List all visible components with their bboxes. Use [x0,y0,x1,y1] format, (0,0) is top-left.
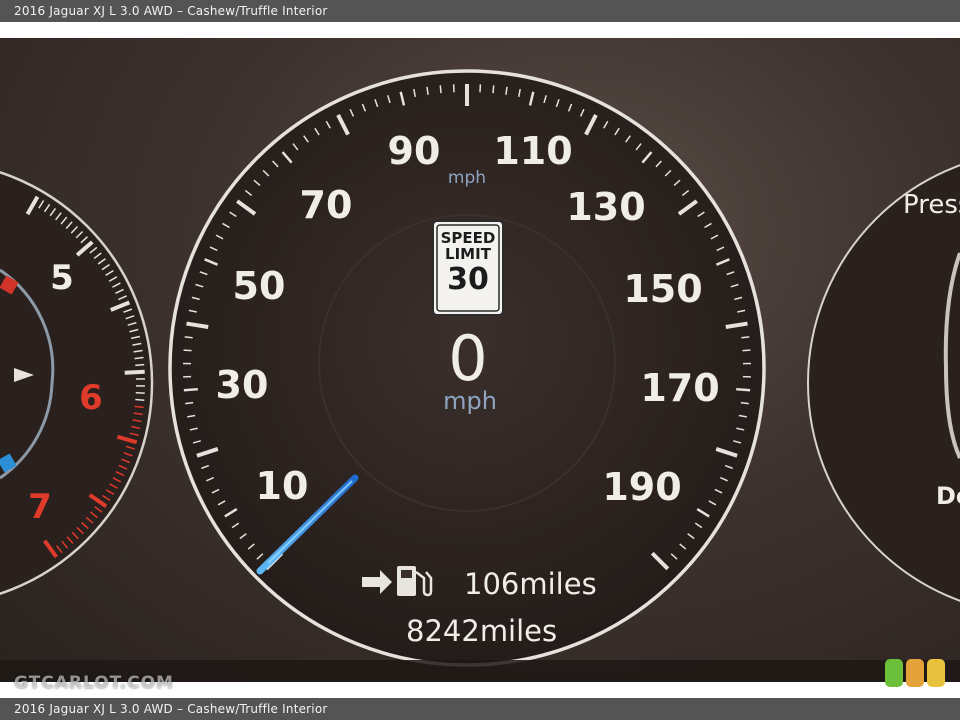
tach-label-5: 5 [50,258,74,298]
tach-label-7: 7 [28,487,52,527]
speedometer-tick [183,387,198,392]
speedometer-tick [736,387,751,392]
speed-readout-unit: mph [443,387,497,415]
tachometer-tick [135,398,145,401]
speed-label-150: 150 [623,267,702,311]
speed-label-70: 70 [300,183,353,227]
range-value: 106miles [464,567,597,601]
right-gauge: Press Do [807,164,960,602]
speed-label-30: 30 [216,363,269,407]
odometer-number: 8242 [406,614,480,648]
instrument-cluster: 5 6 7 Press Do 10 30 50 70 90 110 130 15… [0,69,960,682]
speed-readout: 0 [448,322,487,395]
speedometer-tick [492,85,495,94]
speedometer-tick [740,401,749,405]
speed-label-170: 170 [640,366,719,410]
tachometer-tick [124,369,145,375]
caption-top: 2016 Jaguar XJ L 3.0 AWD – Cashew/Truffl… [0,0,960,22]
speed-label-110: 110 [493,129,572,173]
caption-bottom: 2016 Jaguar XJ L 3.0 AWD – Cashew/Truffl… [0,698,960,720]
speed-label-50: 50 [233,264,286,308]
speedometer-tick [183,349,192,352]
speed-limit-line2: LIMIT [445,245,492,263]
tachometer-tick [134,405,144,409]
tach-label-6: 6 [79,378,103,418]
right-gauge-label-bottom: Do [936,482,960,510]
right-gauge-label: Press [903,190,960,220]
speedometer-tick [185,401,194,405]
speedometer-tick [184,336,193,339]
odometer: 8242miles [406,614,557,648]
odometer-unit: miles [480,614,557,648]
tachometer: 5 6 7 [0,171,154,595]
unit-label-top: mph [448,168,486,188]
dashboard-photo: 5 6 7 Press Do 10 30 50 70 90 110 130 15… [0,38,960,682]
tachometer-tick [134,356,144,360]
speedometer-tick [741,336,750,339]
speed-limit-sign: SPEED LIMIT 30 [432,220,504,316]
speed-limit-value: 30 [447,262,489,297]
speed-label-90: 90 [388,129,441,173]
speed-label-130: 130 [566,185,645,229]
range-unit: miles [519,567,596,601]
speedometer-tick [439,85,442,94]
watermark: GTCARLOT.COM [14,673,174,693]
speedometer-tick [742,349,751,352]
site-logo [885,659,945,687]
range-number: 106 [464,567,519,601]
speed-label-190: 190 [602,465,681,509]
speedometer: 10 30 50 70 90 110 130 150 170 190 mph S… [168,69,766,667]
tachometer-tick [135,363,145,367]
speed-label-10: 10 [256,464,309,508]
